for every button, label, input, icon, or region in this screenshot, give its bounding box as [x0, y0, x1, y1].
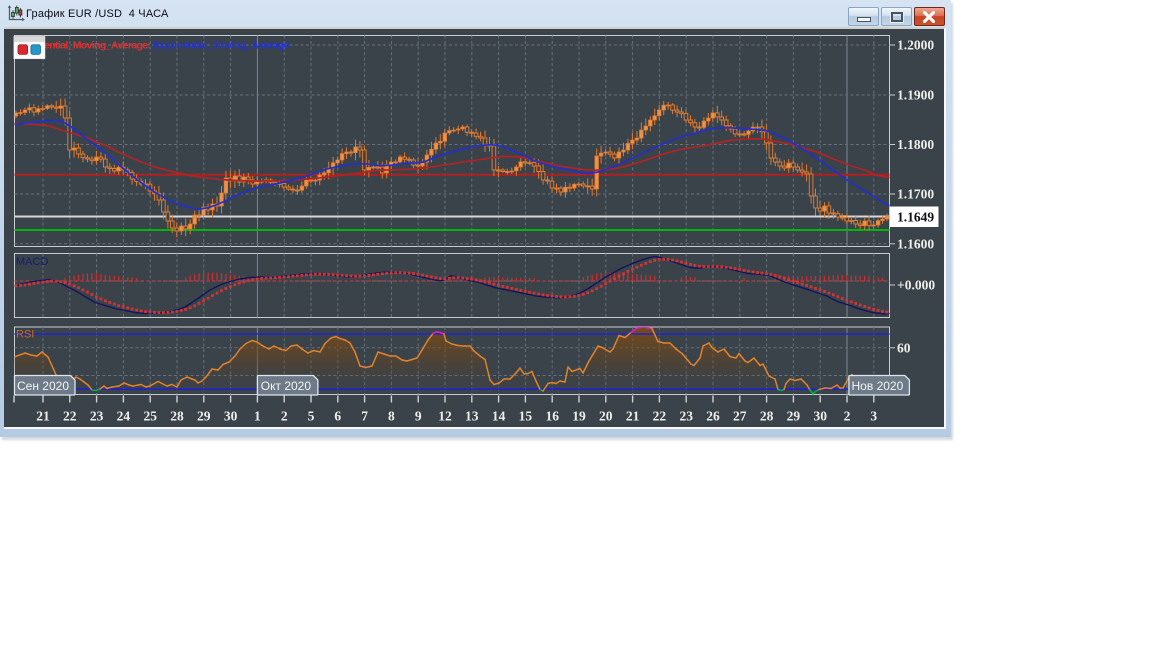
- svg-text:23: 23: [90, 409, 104, 424]
- svg-text:+0.000: +0.000: [897, 278, 935, 293]
- svg-text:28: 28: [170, 409, 184, 424]
- svg-text:1.1900: 1.1900: [897, 88, 934, 103]
- svg-text:22: 22: [63, 409, 77, 424]
- svg-text:27: 27: [733, 409, 747, 424]
- svg-text:19: 19: [572, 409, 586, 424]
- svg-text:23: 23: [679, 409, 693, 424]
- svg-text:1.1649: 1.1649: [897, 210, 934, 225]
- svg-text:8: 8: [388, 409, 395, 424]
- svg-text:15: 15: [519, 409, 533, 424]
- svg-text:1: 1: [254, 409, 261, 424]
- svg-text:25: 25: [143, 409, 157, 424]
- svg-text:Нов 2020: Нов 2020: [852, 379, 904, 393]
- svg-text:21: 21: [626, 409, 640, 424]
- svg-text:29: 29: [787, 409, 801, 424]
- svg-text:22: 22: [653, 409, 667, 424]
- svg-text:1.1600: 1.1600: [897, 236, 934, 251]
- svg-text:60: 60: [897, 340, 911, 355]
- svg-text:29: 29: [197, 409, 211, 424]
- svg-text:1.2000: 1.2000: [897, 38, 934, 53]
- svg-text:5: 5: [308, 409, 315, 424]
- svg-text:30: 30: [813, 409, 827, 424]
- svg-text:9: 9: [415, 409, 422, 424]
- svg-text:2: 2: [281, 409, 288, 424]
- svg-text:RSI: RSI: [16, 329, 34, 341]
- svg-text:Exponential_Moving_Average: Exponential_Moving_Average: [153, 40, 290, 52]
- svg-text:ential_Moving_Average:: ential_Moving_Average:: [44, 40, 151, 52]
- svg-text:30: 30: [224, 409, 238, 424]
- svg-text:24: 24: [117, 409, 131, 424]
- svg-text:12: 12: [438, 409, 452, 424]
- svg-text:28: 28: [760, 409, 774, 424]
- svg-text:20: 20: [599, 409, 613, 424]
- svg-text:7: 7: [361, 409, 368, 424]
- svg-text:Окт 2020: Окт 2020: [261, 379, 312, 393]
- svg-text:3: 3: [870, 409, 877, 424]
- svg-text:1.1700: 1.1700: [897, 187, 934, 202]
- svg-text:21: 21: [36, 409, 50, 424]
- svg-text:Сен 2020: Сен 2020: [17, 379, 69, 393]
- svg-text:1.1800: 1.1800: [897, 137, 934, 152]
- svg-text:MACD: MACD: [16, 256, 48, 268]
- svg-text:16: 16: [545, 409, 559, 424]
- svg-text:14: 14: [492, 409, 506, 424]
- svg-text:6: 6: [334, 409, 341, 424]
- svg-text:26: 26: [706, 409, 720, 424]
- svg-text:13: 13: [465, 409, 479, 424]
- svg-text:2: 2: [844, 409, 851, 424]
